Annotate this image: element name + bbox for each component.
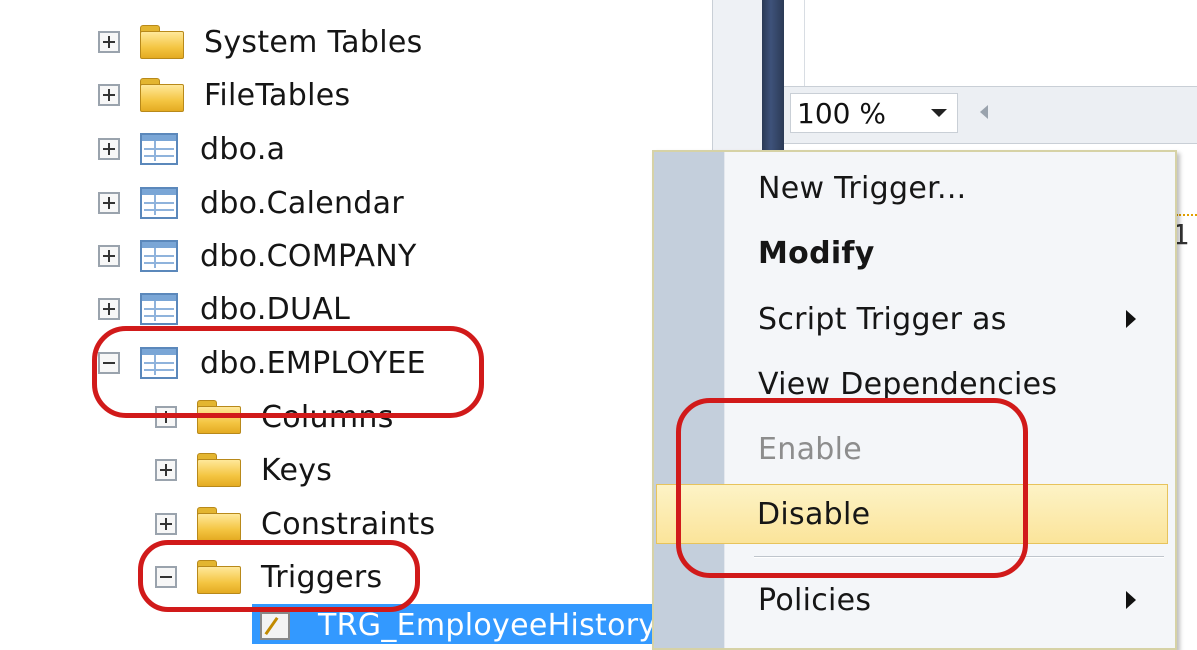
trigger-icon	[260, 612, 290, 640]
collapse-icon[interactable]	[155, 566, 177, 588]
tree-node-constraints[interactable]: Constraints	[155, 499, 435, 549]
expand-icon[interactable]	[98, 138, 120, 160]
chevron-down-icon[interactable]	[931, 109, 947, 117]
tree-node-system-tables[interactable]: System Tables	[98, 17, 423, 67]
tree-node-dbo-employee[interactable]: dbo.EMPLOYEE	[98, 338, 426, 388]
folder-icon	[197, 560, 241, 594]
menu-item-label: New Trigger...	[758, 170, 967, 206]
folder-icon	[197, 507, 241, 541]
folder-icon	[140, 25, 184, 59]
menu-item-label: View Dependencies	[758, 366, 1058, 402]
menu-item-view-dependencies[interactable]: View Dependencies	[724, 356, 1164, 412]
tree-node-columns[interactable]: Columns	[155, 392, 394, 442]
menu-item-label: Disable	[757, 496, 871, 532]
editor-dotted-rule	[1176, 214, 1197, 216]
table-icon	[140, 293, 178, 325]
tree-node-label: Keys	[261, 452, 333, 488]
table-icon	[140, 187, 178, 219]
zoom-value: 100 %	[797, 96, 886, 130]
menu-item-label: Enable	[758, 431, 862, 467]
editor-status-bar: 100 %	[784, 86, 1197, 144]
tree-node-label: dbo.DUAL	[200, 291, 351, 327]
tree-node-dbo-calendar[interactable]: dbo.Calendar	[98, 178, 404, 228]
folder-icon	[140, 78, 184, 112]
folder-icon	[197, 400, 241, 434]
menu-separator	[754, 556, 1164, 558]
editor-text-area[interactable]	[804, 0, 1197, 86]
menu-item-label: Script Trigger as	[758, 301, 1007, 337]
expand-icon[interactable]	[155, 459, 177, 481]
menu-icon-gutter	[654, 152, 725, 648]
menu-item-modify[interactable]: Modify	[724, 225, 1164, 281]
collapse-icon[interactable]	[98, 352, 120, 374]
tree-node-label: dbo.EMPLOYEE	[200, 345, 426, 381]
tree-node-label: Constraints	[261, 506, 436, 542]
menu-item-enable: Enable	[724, 421, 1164, 477]
tree-node-dbo-company[interactable]: dbo.COMPANY	[98, 231, 417, 281]
tree-node-label: Triggers	[261, 559, 383, 595]
submenu-arrow-icon	[1126, 310, 1136, 328]
menu-item-disable[interactable]: Disable	[656, 484, 1168, 544]
expand-icon[interactable]	[98, 245, 120, 267]
folder-icon	[197, 453, 241, 487]
tree-node-label: Columns	[261, 399, 394, 435]
menu-item-script-trigger-as[interactable]: Script Trigger as	[724, 291, 1164, 347]
menu-item-label: Policies	[758, 582, 872, 618]
zoom-select[interactable]: 100 %	[790, 93, 958, 133]
tree-node-keys[interactable]: Keys	[155, 445, 332, 495]
expand-icon[interactable]	[98, 298, 120, 320]
expand-icon[interactable]	[98, 31, 120, 53]
scroll-left-arrow-icon[interactable]	[980, 105, 988, 119]
menu-item-new-trigger[interactable]: New Trigger...	[724, 160, 1164, 216]
tree-node-triggers[interactable]: Triggers	[155, 552, 383, 602]
tree-node-label: dbo.a	[200, 131, 286, 167]
expand-icon[interactable]	[98, 84, 120, 106]
table-icon	[140, 347, 178, 379]
table-icon	[140, 133, 178, 165]
expand-icon[interactable]	[155, 513, 177, 535]
tree-node-dbo-dual[interactable]: dbo.DUAL	[98, 284, 350, 334]
menu-item-label: Modify	[758, 235, 875, 271]
tree-node-dbo-a[interactable]: dbo.a	[98, 124, 285, 174]
tree-node-label: System Tables	[204, 24, 423, 60]
tree-node-label: dbo.Calendar	[200, 185, 404, 221]
tree-node-label: TRG_EmployeeHistory	[318, 608, 657, 643]
tree-node-label: FileTables	[204, 77, 351, 113]
tree-node-selected-trigger[interactable]: TRG_EmployeeHistory	[252, 604, 672, 644]
expand-icon[interactable]	[98, 192, 120, 214]
table-icon	[140, 240, 178, 272]
object-explorer-tree: System Tables FileTables dbo.a dbo.Calen…	[0, 0, 712, 644]
submenu-arrow-icon	[1126, 591, 1136, 609]
tree-node-filetables[interactable]: FileTables	[98, 70, 350, 120]
tree-node-label: dbo.COMPANY	[200, 238, 417, 274]
expand-icon[interactable]	[155, 406, 177, 428]
menu-item-policies[interactable]: Policies	[724, 572, 1164, 628]
